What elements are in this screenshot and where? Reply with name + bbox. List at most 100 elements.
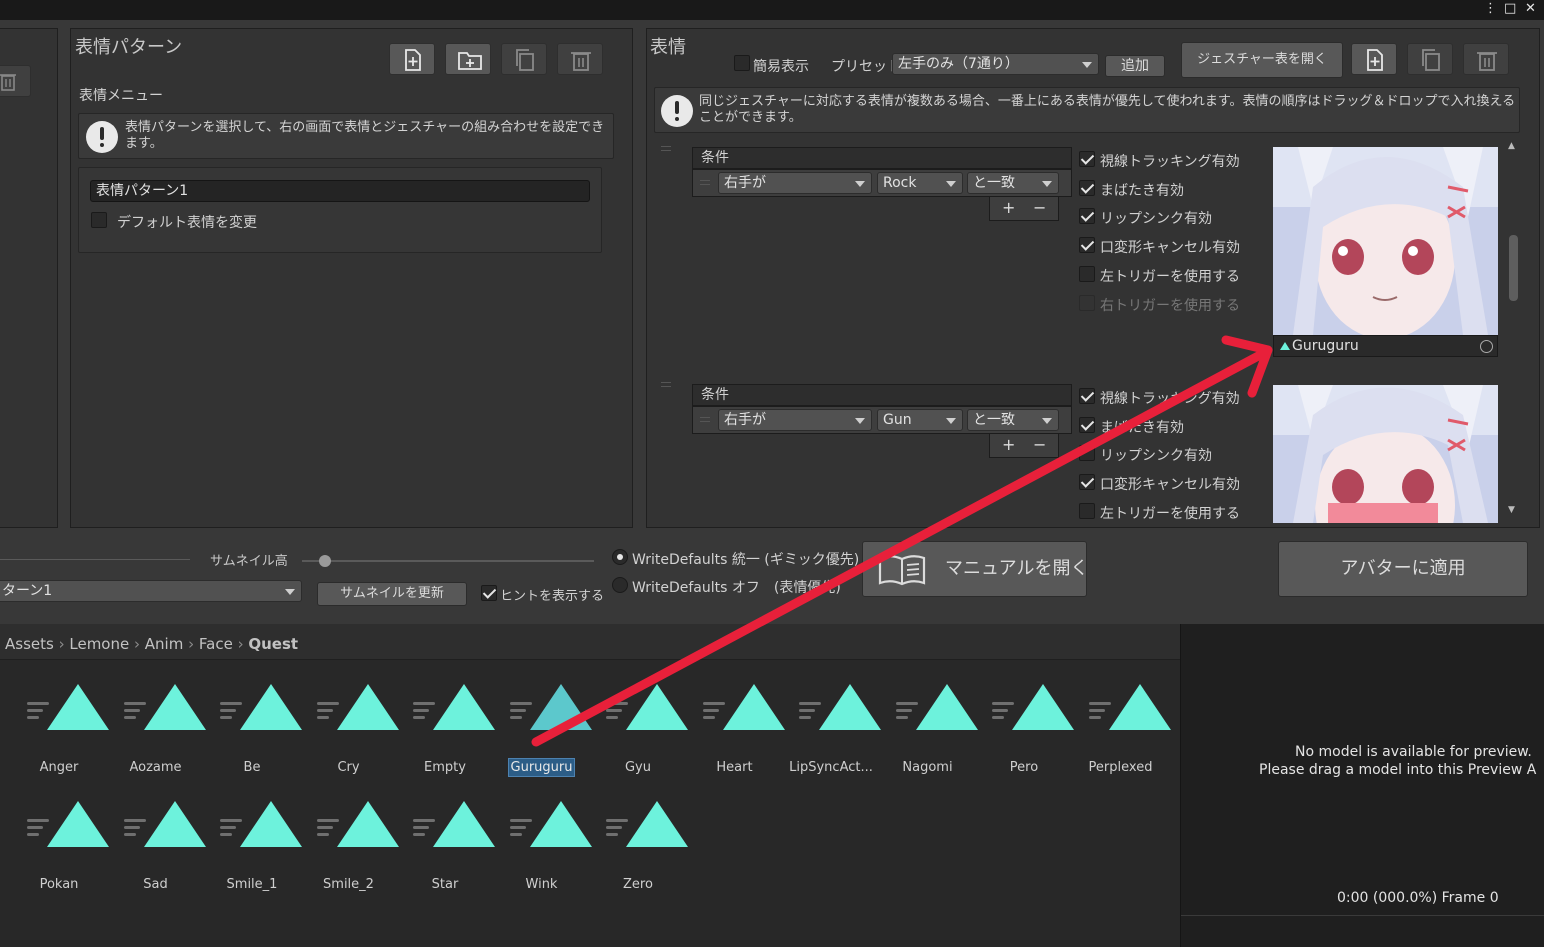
preview-timeline: 0:00 (000.0%) Frame 0: [1181, 886, 1544, 916]
animation-clip-icon: [47, 801, 109, 847]
add-expression-button[interactable]: [1351, 43, 1397, 75]
breadcrumb-item[interactable]: Face: [199, 635, 233, 653]
option-checkbox[interactable]: [1079, 179, 1095, 196]
window-title-bar: ⋮ □ ✕: [0, 0, 1544, 20]
option-checkbox[interactable]: [1079, 474, 1095, 491]
option-checkbox[interactable]: [1079, 208, 1095, 225]
option-checkbox[interactable]: [1079, 445, 1095, 462]
asset-item[interactable]: Guruguru: [494, 684, 592, 794]
breadcrumb-item[interactable]: Quest: [248, 635, 298, 653]
asset-item[interactable]: Perplexed: [1073, 684, 1171, 794]
close-icon[interactable]: ✕: [1525, 1, 1536, 16]
delete-button[interactable]: [0, 65, 31, 97]
open-manual-button[interactable]: マニュアルを開く: [862, 541, 1088, 597]
pattern-item[interactable]: 表情パターン1 デフォルト表情を変更: [78, 167, 602, 253]
hand-dropdown[interactable]: 右手が: [718, 409, 872, 431]
slider-knob[interactable]: [319, 555, 332, 567]
asset-item[interactable]: Be: [204, 684, 302, 794]
option-checkbox: [1079, 294, 1095, 311]
asset-item[interactable]: Nagomi: [880, 684, 978, 794]
remove-condition-button[interactable]: −: [1033, 435, 1046, 454]
remove-condition-button[interactable]: −: [1033, 198, 1046, 217]
asset-item[interactable]: Aozame: [108, 684, 206, 794]
pattern-select-dropdown[interactable]: ターン1: [0, 580, 302, 602]
asset-item[interactable]: Gyu: [590, 684, 688, 794]
apply-to-avatar-button[interactable]: アバターに適用: [1278, 541, 1528, 597]
drag-handle[interactable]: [661, 382, 671, 387]
gesture-dropdown[interactable]: Gun: [877, 409, 963, 431]
warning-icon: [86, 121, 118, 153]
condition-drag-handle[interactable]: [700, 417, 710, 422]
show-hint-checkbox[interactable]: [481, 585, 497, 601]
asset-item[interactable]: Sad: [108, 801, 206, 911]
option-checkbox[interactable]: [1079, 151, 1095, 167]
delete-expression-button[interactable]: [1463, 43, 1509, 75]
object-picker-icon[interactable]: [1480, 340, 1493, 353]
clip-object-field[interactable]: Guruguru: [1273, 335, 1498, 357]
asset-item[interactable]: Zero: [590, 801, 688, 911]
asset-item[interactable]: Smile_2: [301, 801, 399, 911]
copy-pattern-button[interactable]: [501, 43, 547, 75]
pattern-name-field[interactable]: 表情パターン1: [90, 180, 590, 202]
maximize-icon[interactable]: □: [1504, 1, 1516, 16]
default-change-checkbox[interactable]: [91, 212, 107, 228]
asset-item[interactable]: Star: [397, 801, 495, 911]
option-checkbox[interactable]: [1079, 416, 1095, 433]
simple-view-checkbox[interactable]: [734, 55, 750, 71]
scroll-up-icon[interactable]: ▲: [1508, 141, 1515, 151]
asset-item[interactable]: Heart: [687, 684, 785, 794]
wd-off-radio[interactable]: [612, 577, 628, 593]
option-checkbox[interactable]: [1079, 388, 1095, 404]
asset-item[interactable]: LipSyncAct...: [783, 684, 881, 794]
breadcrumb-item[interactable]: Lemone: [69, 635, 129, 653]
add-pattern-button[interactable]: [389, 43, 435, 75]
option-checkbox[interactable]: [1079, 237, 1095, 254]
wd-on-label: WriteDefaults 統一 (ギミック優先): [632, 552, 860, 568]
asset-name: Star: [431, 877, 459, 892]
copy-expression-button[interactable]: [1407, 43, 1453, 75]
window-menu-icon[interactable]: ⋮: [1484, 1, 1497, 16]
scroll-down-icon[interactable]: ▼: [1508, 505, 1515, 515]
add-condition-button[interactable]: +: [1002, 435, 1015, 454]
add-condition-button[interactable]: +: [1002, 198, 1015, 217]
delete-pattern-button[interactable]: [557, 43, 603, 75]
thumbnail-height-slider[interactable]: [302, 555, 594, 567]
open-gesture-table-button[interactable]: ジェスチャー表を開く: [1181, 42, 1343, 78]
option-checkbox[interactable]: [1079, 502, 1095, 519]
vertical-scrollbar[interactable]: ▲ ▼: [1507, 141, 1519, 521]
breadcrumb-item[interactable]: Assets: [5, 635, 54, 653]
update-thumbnail-button[interactable]: サムネイルを更新: [317, 582, 467, 606]
asset-name: Anger: [39, 760, 79, 775]
condition-row: 右手が Rock と一致: [692, 169, 1072, 197]
scroll-thumb[interactable]: [1509, 235, 1518, 301]
wd-on-radio[interactable]: [612, 549, 628, 565]
match-dropdown[interactable]: と一致: [967, 172, 1059, 194]
animation-clip-icon: [915, 684, 978, 730]
asset-item[interactable]: Pokan: [11, 801, 109, 911]
condition-header: 条件: [692, 384, 1072, 406]
asset-item[interactable]: Smile_1: [204, 801, 302, 911]
preset-dropdown[interactable]: 左手のみ（7通り）: [892, 53, 1099, 75]
asset-item[interactable]: Empty: [397, 684, 495, 794]
asset-item[interactable]: Anger: [11, 684, 109, 794]
drag-handle[interactable]: [661, 146, 671, 151]
asset-item[interactable]: Pero: [976, 684, 1074, 794]
asset-item[interactable]: Wink: [494, 801, 592, 911]
breadcrumb-item[interactable]: Anim: [145, 635, 184, 653]
asset-name: Wink: [525, 877, 558, 892]
add-preset-button[interactable]: 追加: [1105, 55, 1165, 77]
gesture-dropdown[interactable]: Rock: [877, 172, 963, 194]
condition-drag-handle[interactable]: [700, 180, 710, 185]
add-folder-button[interactable]: [445, 43, 491, 75]
pattern-panel-title: 表情パターン: [75, 37, 183, 58]
condition-add-remove: + −: [989, 434, 1059, 458]
option-label: リップシンク有効: [1100, 211, 1212, 228]
hand-dropdown[interactable]: 右手が: [718, 172, 872, 194]
match-dropdown[interactable]: と一致: [967, 409, 1059, 431]
asset-item[interactable]: Cry: [301, 684, 399, 794]
animation-clip-icon: [433, 801, 495, 847]
copy-icon: [1422, 49, 1440, 71]
animation-clip-icon: [240, 801, 302, 847]
option-checkbox[interactable]: [1079, 265, 1095, 282]
clip-name: Guruguru: [1292, 338, 1359, 354]
